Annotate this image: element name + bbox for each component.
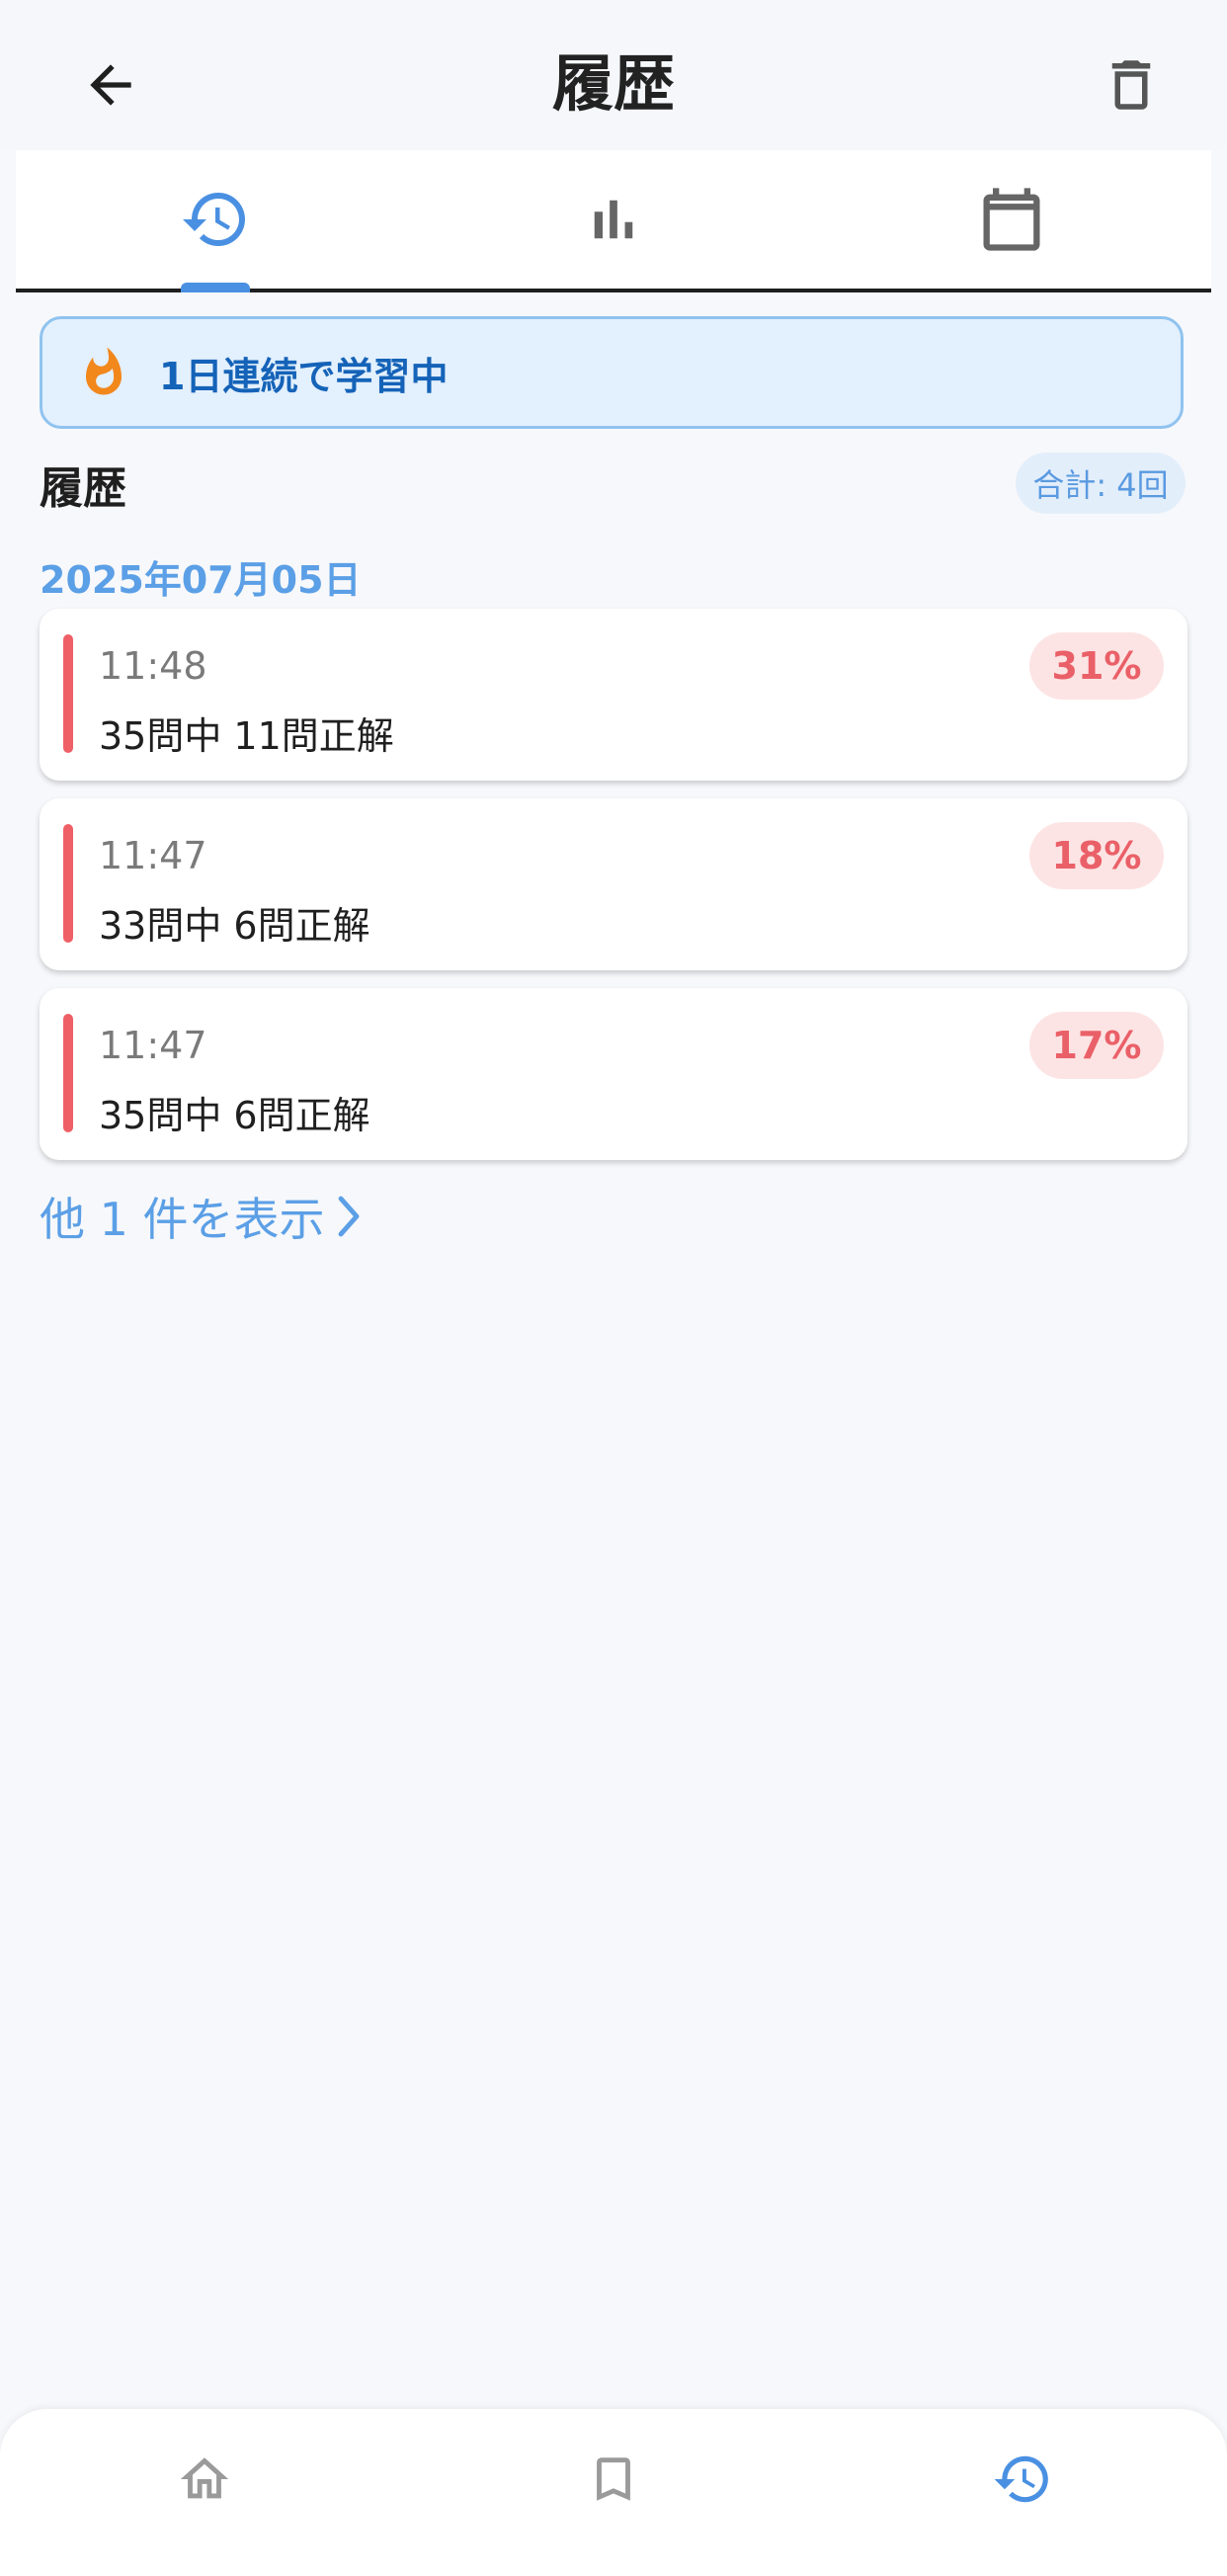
nav-history[interactable] bbox=[818, 2409, 1227, 2576]
history-card[interactable]: 11:47 33問中 6問正解 18% bbox=[40, 798, 1187, 970]
history-icon bbox=[182, 193, 245, 247]
trash-icon bbox=[1111, 60, 1151, 110]
fire-icon bbox=[76, 345, 131, 400]
history-result: 33問中 6問正解 bbox=[99, 904, 370, 948]
nav-bookmarks[interactable] bbox=[409, 2409, 818, 2576]
score-indicator-bar bbox=[63, 634, 73, 753]
nav-home[interactable] bbox=[0, 2409, 409, 2576]
streak-banner: 1日連続で学習中 bbox=[40, 316, 1184, 429]
show-more-link[interactable]: 他 1 件を表示 bbox=[40, 1184, 363, 1249]
page-title: 履歴 bbox=[551, 47, 675, 120]
date-header: 2025年07月05日 bbox=[40, 558, 362, 602]
history-card[interactable]: 11:47 35問中 6問正解 17% bbox=[40, 988, 1187, 1160]
history-icon bbox=[994, 2455, 1048, 2502]
tab-stats[interactable] bbox=[414, 150, 812, 289]
tab-bar bbox=[16, 150, 1211, 292]
score-percent-badge: 31% bbox=[1029, 632, 1164, 700]
tab-history[interactable] bbox=[16, 150, 414, 292]
history-result: 35問中 11問正解 bbox=[99, 714, 394, 758]
history-section-title: 履歴 bbox=[40, 463, 126, 514]
chevron-right-icon bbox=[335, 1195, 363, 1238]
score-indicator-bar bbox=[63, 824, 73, 943]
show-more-label: 他 1 件を表示 bbox=[40, 1193, 325, 1246]
history-time: 11:48 bbox=[99, 644, 207, 688]
score-percent-badge: 18% bbox=[1029, 822, 1164, 889]
history-card[interactable]: 11:48 35問中 11問正解 31% bbox=[40, 609, 1187, 781]
bookmark-icon bbox=[597, 2456, 630, 2501]
home-icon bbox=[180, 2456, 229, 2498]
calendar-icon bbox=[983, 188, 1040, 251]
score-indicator-bar bbox=[63, 1014, 73, 1132]
total-count-badge: 合計: 4回 bbox=[1016, 453, 1186, 514]
history-time: 11:47 bbox=[99, 834, 207, 877]
tab-calendar[interactable] bbox=[813, 150, 1211, 289]
streak-text: 1日連続で学習中 bbox=[159, 354, 449, 398]
bar-chart-icon bbox=[594, 200, 633, 239]
app-bar: 履歴 bbox=[0, 0, 1227, 150]
history-result: 35問中 6問正解 bbox=[99, 1094, 370, 1137]
score-percent-badge: 17% bbox=[1029, 1012, 1164, 1079]
tab-active-indicator bbox=[180, 283, 250, 292]
delete-button[interactable] bbox=[1082, 36, 1181, 134]
history-time: 11:47 bbox=[99, 1024, 207, 1067]
bottom-navigation bbox=[0, 2409, 1227, 2576]
